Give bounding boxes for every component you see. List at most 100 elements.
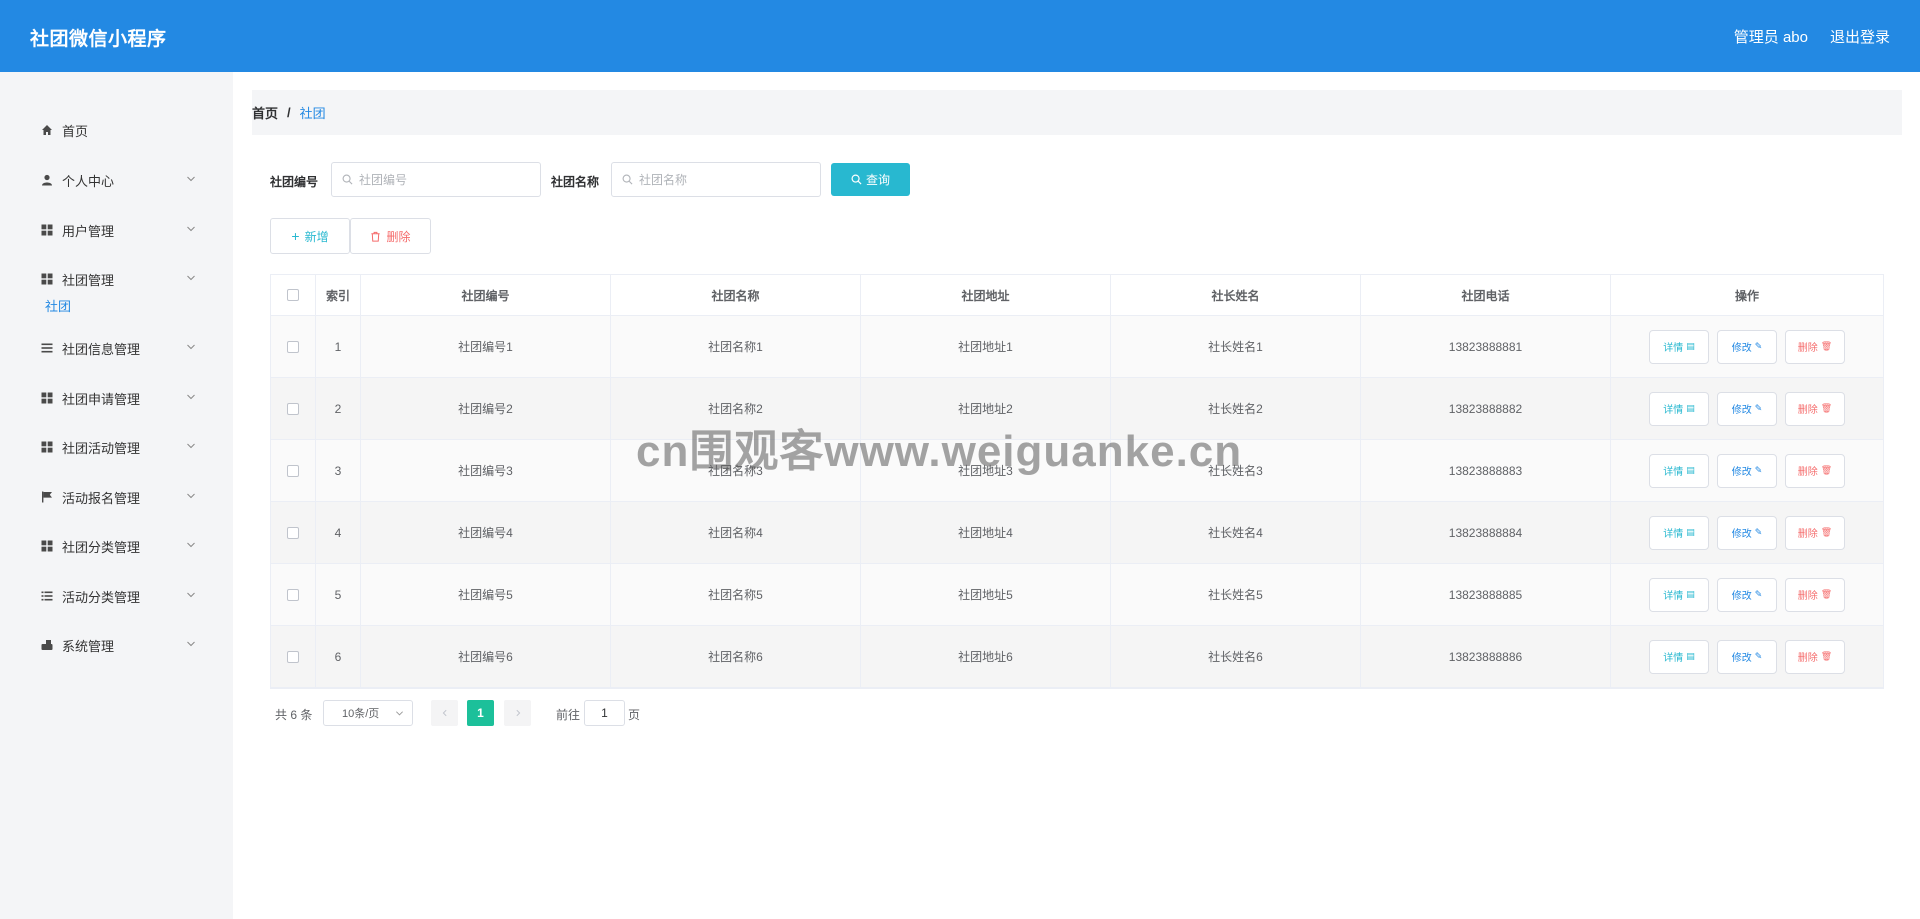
edit-button[interactable]: 修改 ✎ bbox=[1717, 391, 1777, 426]
pencil-icon: ✎ bbox=[1754, 651, 1763, 661]
detail-button[interactable]: 详情 ▤ bbox=[1649, 453, 1709, 488]
delete-button[interactable]: 删除 bbox=[350, 218, 431, 254]
edit-button-label: 修改 bbox=[1731, 467, 1752, 478]
row-delete-button-label: 删除 bbox=[1797, 405, 1818, 416]
sidebar-item-club-info-management[interactable]: 社团信息管理 bbox=[0, 328, 233, 368]
row-checkbox[interactable] bbox=[287, 650, 299, 663]
sidebar-item-label: 活动分类管理 bbox=[62, 589, 141, 605]
edit-button-label: 修改 bbox=[1731, 405, 1752, 416]
detail-button[interactable]: 详情 ▤ bbox=[1649, 329, 1709, 364]
detail-button[interactable]: 详情 ▤ bbox=[1649, 577, 1709, 612]
trash-icon bbox=[371, 231, 381, 242]
table-cell: 13823888883 bbox=[1361, 440, 1611, 501]
row-checkbox[interactable] bbox=[287, 402, 299, 415]
row-checkbox[interactable] bbox=[287, 340, 299, 353]
sidebar-item-label: 系统管理 bbox=[62, 638, 115, 654]
breadcrumb: 首页 / 社团 bbox=[252, 90, 1902, 135]
sidebar-item-activity-category-management[interactable]: 活动分类管理 bbox=[0, 576, 233, 616]
sidebar-subitem-club[interactable]: 社团 bbox=[45, 296, 71, 315]
sidebar-item-label: 活动报名管理 bbox=[62, 490, 141, 506]
sidebar-item-personal-center[interactable]: 个人中心 bbox=[0, 160, 233, 200]
search-icon bbox=[851, 174, 862, 185]
table-cell: 社长姓名4 bbox=[1111, 502, 1361, 563]
row-delete-button[interactable]: 删除 🗑 bbox=[1785, 577, 1845, 612]
club-name-input[interactable]: 社团名称 bbox=[611, 162, 821, 197]
row-delete-button[interactable]: 删除 🗑 bbox=[1785, 639, 1845, 674]
pencil-icon: ✎ bbox=[1754, 403, 1763, 413]
query-button[interactable]: 查询 bbox=[831, 163, 910, 196]
grid-icon bbox=[40, 223, 54, 237]
row-checkbox-cell bbox=[271, 440, 316, 501]
actions-cell: 详情 ▤ 修改 ✎ 删除 🗑 bbox=[1611, 378, 1883, 439]
add-button[interactable]: + 新增 bbox=[270, 218, 350, 254]
chevron-down-icon bbox=[187, 176, 195, 182]
table-cell: 4 bbox=[316, 502, 361, 563]
document-icon: ▤ bbox=[1686, 589, 1695, 599]
sidebar-item-club-application-management[interactable]: 社团申请管理 bbox=[0, 378, 233, 418]
sidebar-item-club-management[interactable]: 社团管理 bbox=[0, 259, 233, 299]
sidebar-item-home[interactable]: 首页 bbox=[0, 110, 233, 150]
logout-button[interactable]: 退出登录 bbox=[1830, 26, 1890, 47]
detail-button[interactable]: 详情 ▤ bbox=[1649, 639, 1709, 674]
sidebar-item-system-management[interactable]: 系统管理 bbox=[0, 625, 233, 665]
edit-button[interactable]: 修改 ✎ bbox=[1717, 515, 1777, 550]
previous-page-button[interactable] bbox=[431, 700, 458, 726]
edit-button[interactable]: 修改 ✎ bbox=[1717, 329, 1777, 364]
table-cell: 社团地址1 bbox=[861, 316, 1111, 377]
pencil-icon: ✎ bbox=[1754, 341, 1763, 351]
breadcrumb-home[interactable]: 首页 bbox=[252, 103, 278, 122]
sidebar-item-club-category-management[interactable]: 社团分类管理 bbox=[0, 526, 233, 566]
sidebar-item-activity-registration-management[interactable]: 活动报名管理 bbox=[0, 477, 233, 517]
club-name-label: 社团名称 bbox=[551, 175, 600, 189]
row-delete-button-label: 删除 bbox=[1797, 653, 1818, 664]
table-cell: 社长姓名1 bbox=[1111, 316, 1361, 377]
table-cell: 社团地址2 bbox=[861, 378, 1111, 439]
detail-button-label: 详情 bbox=[1663, 343, 1684, 354]
club-number-input[interactable]: 社团编号 bbox=[331, 162, 541, 197]
chevron-down-icon bbox=[187, 493, 195, 499]
row-delete-button[interactable]: 删除 🗑 bbox=[1785, 329, 1845, 364]
table-cell: 3 bbox=[316, 440, 361, 501]
column-header: 社长姓名 bbox=[1111, 275, 1361, 315]
edit-button[interactable]: 修改 ✎ bbox=[1717, 453, 1777, 488]
admin-user-label[interactable]: 管理员 abo bbox=[1734, 26, 1808, 47]
goto-page-input[interactable]: 1 bbox=[584, 700, 625, 726]
chevron-down-icon bbox=[187, 641, 195, 647]
row-delete-button[interactable]: 删除 🗑 bbox=[1785, 515, 1845, 550]
next-page-button[interactable] bbox=[504, 700, 531, 726]
page-number-button[interactable]: 1 bbox=[467, 700, 494, 726]
table-cell: 13823888882 bbox=[1361, 378, 1611, 439]
club-table: 索引 社团编号 社团名称 社团地址 社长姓名 社团电话 操作 1 社团编号1 社团名… bbox=[270, 274, 1884, 689]
row-checkbox-cell bbox=[271, 564, 316, 625]
row-delete-button[interactable]: 删除 🗑 bbox=[1785, 453, 1845, 488]
row-checkbox[interactable] bbox=[287, 526, 299, 539]
breadcrumb-current: 社团 bbox=[299, 106, 326, 121]
detail-button[interactable]: 详情 ▤ bbox=[1649, 391, 1709, 426]
page-size-select[interactable]: 10条/页 bbox=[323, 700, 413, 726]
sidebar-item-club-activity-management[interactable]: 社团活动管理 bbox=[0, 427, 233, 467]
header-actions: 管理员 abo 退出登录 bbox=[1734, 26, 1890, 47]
sidebar-item-user-management[interactable]: 用户管理 bbox=[0, 210, 233, 250]
table-cell: 社团名称4 bbox=[611, 502, 861, 563]
table-cell: 社长姓名3 bbox=[1111, 440, 1361, 501]
column-header: 操作 bbox=[1734, 288, 1759, 303]
sidebar-item-label: 用户管理 bbox=[62, 223, 115, 239]
chevron-down-icon bbox=[187, 394, 195, 400]
table-cell: 社团名称2 bbox=[611, 378, 861, 439]
chevron-down-icon bbox=[187, 226, 195, 232]
select-all-checkbox[interactable] bbox=[287, 289, 299, 301]
edit-button[interactable]: 修改 ✎ bbox=[1717, 639, 1777, 674]
edit-button[interactable]: 修改 ✎ bbox=[1717, 577, 1777, 612]
table-header-row: 索引 社团编号 社团名称 社团地址 社长姓名 社团电话 操作 bbox=[271, 275, 1883, 316]
chevron-down-icon bbox=[187, 443, 195, 449]
row-checkbox[interactable] bbox=[287, 464, 299, 477]
detail-button[interactable]: 详情 ▤ bbox=[1649, 515, 1709, 550]
row-checkbox[interactable] bbox=[287, 588, 299, 601]
chevron-down-icon bbox=[396, 711, 403, 716]
table-cell: 社团编号3 bbox=[361, 440, 611, 501]
row-checkbox-cell bbox=[271, 502, 316, 563]
table-cell: 社团地址6 bbox=[861, 626, 1111, 687]
table-cell: 社长姓名5 bbox=[1111, 564, 1361, 625]
row-delete-button[interactable]: 删除 🗑 bbox=[1785, 391, 1845, 426]
plus-icon: + bbox=[291, 228, 300, 244]
